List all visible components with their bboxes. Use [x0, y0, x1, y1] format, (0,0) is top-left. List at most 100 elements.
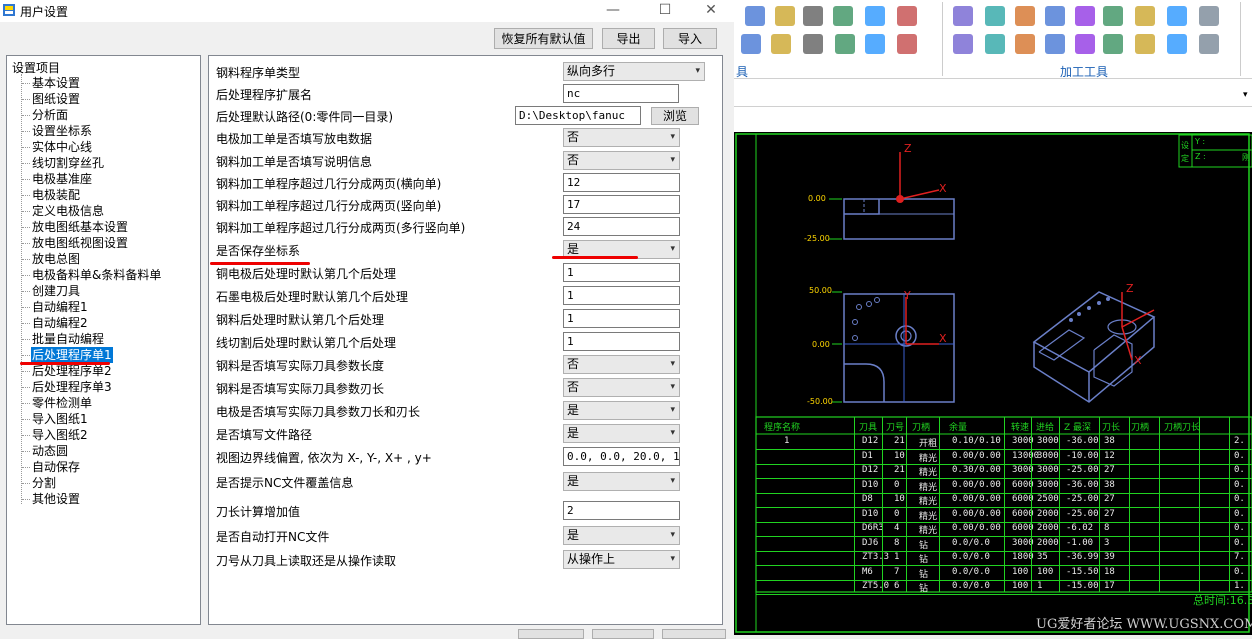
chevron-down-icon[interactable]: ▾ [670, 356, 675, 373]
toolbar-tool-icon[interactable] [985, 6, 1005, 26]
setting-input[interactable]: 17 [563, 195, 680, 214]
dialog-titlebar[interactable]: 用户设置 — ☐ ✕ [0, 0, 734, 22]
maximize-icon[interactable]: ☐ [650, 0, 680, 22]
setting-dropdown[interactable]: 是 ▾ [563, 472, 680, 491]
setting-dropdown[interactable]: 是 ▾ [563, 401, 680, 420]
setting-input[interactable]: 24 [563, 217, 680, 236]
tree-item[interactable]: 基本设置 [31, 75, 81, 91]
toolbar-tool-icon[interactable] [865, 6, 885, 26]
toolbar-tool-icon[interactable] [1103, 34, 1123, 54]
restore-defaults-button[interactable]: 恢复所有默认值 [494, 28, 593, 49]
toolbar-tool-icon[interactable] [1045, 6, 1065, 26]
toolbar-tool-icon[interactable] [1075, 34, 1095, 54]
chevron-down-icon[interactable]: ▾ [670, 152, 675, 169]
tree-item[interactable]: 创建刀具 [31, 283, 81, 299]
chevron-down-icon[interactable]: ▾ [670, 379, 675, 396]
export-button[interactable]: 导出 [602, 28, 655, 49]
tree-item[interactable]: 其他设置 [31, 491, 81, 507]
setting-input[interactable]: 1 [563, 286, 680, 305]
tree-item[interactable]: 导入图纸1 [31, 411, 89, 427]
chevron-down-icon[interactable]: ▾ [670, 241, 675, 258]
tree-item[interactable]: 自动保存 [31, 459, 81, 475]
setting-input[interactable]: 1 [563, 332, 680, 351]
toolbar-tool-icon[interactable] [1015, 6, 1035, 26]
chevron-down-icon[interactable]: ▾ [670, 527, 675, 544]
setting-input[interactable]: 1 [563, 263, 680, 282]
toolbar-tool-icon[interactable] [771, 34, 791, 54]
tree-item[interactable]: 电极装配 [31, 187, 81, 203]
setting-dropdown[interactable]: 否 ▾ [563, 378, 680, 397]
toolbar-tool-icon[interactable] [745, 6, 765, 26]
cancel-button[interactable] [592, 629, 654, 639]
tree-item[interactable]: 后处理程序单2 [31, 363, 113, 379]
tree-item[interactable]: 后处理程序单3 [31, 379, 113, 395]
import-button[interactable]: 导入 [663, 28, 717, 49]
tree-item[interactable]: 线切割穿丝孔 [31, 155, 105, 171]
setting-dropdown[interactable]: 是 ▾ [563, 526, 680, 545]
toolbar-tool-icon[interactable] [1075, 6, 1095, 26]
path-field[interactable]: D:\Desktop\fanuc [515, 106, 641, 125]
close-icon[interactable]: ✕ [696, 0, 726, 22]
setting-dropdown[interactable]: 是 ▾ [563, 424, 680, 443]
tree-item[interactable]: 电极备料单&条料备料单 [31, 267, 162, 283]
toolbar-tool-icon[interactable] [985, 34, 1005, 54]
toolbar-tool-icon[interactable] [1015, 34, 1035, 54]
tree-item[interactable]: 分割 [31, 475, 57, 491]
chevron-down-icon[interactable]: ▾ [695, 63, 700, 80]
chevron-down-icon[interactable]: ▾ [670, 402, 675, 419]
browse-button[interactable]: 浏览 [651, 107, 699, 125]
toolbar-tool-icon[interactable] [1167, 6, 1187, 26]
ok-button[interactable] [518, 629, 584, 639]
tree-root[interactable]: 设置项目 [12, 59, 60, 76]
setting-dropdown[interactable]: 从操作上 ▾ [563, 550, 680, 569]
toolbar-tool-icon[interactable] [865, 34, 885, 54]
toolbar-tool-icon[interactable] [953, 34, 973, 54]
tree-item[interactable]: 定义电极信息 [31, 203, 105, 219]
toolbar-tool-icon[interactable] [897, 6, 917, 26]
chevron-down-icon[interactable]: ▾ [670, 425, 675, 442]
tree-item[interactable]: 导入图纸2 [31, 427, 89, 443]
tree-item[interactable]: 动态圆 [31, 443, 69, 459]
toolbar-tool-icon[interactable] [835, 34, 855, 54]
tree-item[interactable]: 电极基准座 [31, 171, 93, 187]
toolbar-tool-icon[interactable] [1199, 6, 1219, 26]
settings-tree[interactable]: 设置项目 基本设置 图纸设置 分析面 设置坐标系 实体中心线 线切割穿丝孔 电极基准座 电极装… [6, 55, 201, 625]
setting-dropdown[interactable]: 纵向多行 ▾ [563, 62, 705, 81]
ribbon-dropdown-icon[interactable]: ▾ [1243, 90, 1248, 100]
toolbar-tool-icon[interactable] [803, 6, 823, 26]
setting-dropdown[interactable]: 否 ▾ [563, 128, 680, 147]
tree-item[interactable]: 自动编程1 [31, 299, 89, 315]
tree-item[interactable]: 放电总图 [31, 251, 81, 267]
tree-item[interactable]: 图纸设置 [31, 91, 81, 107]
tree-item[interactable]: 后处理程序单1 [31, 347, 113, 363]
setting-input[interactable]: nc [563, 84, 679, 103]
chevron-down-icon[interactable]: ▾ [670, 473, 675, 490]
apply-button[interactable] [662, 629, 726, 639]
setting-input[interactable]: 2 [563, 501, 680, 520]
toolbar-tool-icon[interactable] [833, 6, 853, 26]
tree-item[interactable]: 放电图纸基本设置 [31, 219, 129, 235]
tree-item[interactable]: 放电图纸视图设置 [31, 235, 129, 251]
setting-dropdown[interactable]: 否 ▾ [563, 355, 680, 374]
minimize-icon[interactable]: — [598, 0, 628, 22]
tree-item[interactable]: 零件检测单 [31, 395, 93, 411]
tree-item[interactable]: 批量自动编程 [31, 331, 105, 347]
toolbar-tool-icon[interactable] [803, 34, 823, 54]
toolbar-tool-icon[interactable] [897, 34, 917, 54]
setting-dropdown[interactable]: 否 ▾ [563, 151, 680, 170]
toolbar-tool-icon[interactable] [1135, 34, 1155, 54]
setting-input[interactable]: 12 [563, 173, 680, 192]
toolbar-tool-icon[interactable] [953, 6, 973, 26]
toolbar-tool-icon[interactable] [1103, 6, 1123, 26]
cad-drawing-canvas[interactable]: 0.00 -25.00 50.00 0.00 -50.00 Z X Y X Z … [734, 132, 1252, 635]
tree-item[interactable]: 实体中心线 [31, 139, 93, 155]
toolbar-tool-icon[interactable] [741, 34, 761, 54]
toolbar-tool-icon[interactable] [1135, 6, 1155, 26]
tree-item[interactable]: 设置坐标系 [31, 123, 93, 139]
chevron-down-icon[interactable]: ▾ [670, 551, 675, 568]
toolbar-tool-icon[interactable] [775, 6, 795, 26]
chevron-down-icon[interactable]: ▾ [670, 129, 675, 146]
setting-input[interactable]: 0.0, 0.0, 20.0, 15. [563, 447, 680, 466]
tree-item[interactable]: 自动编程2 [31, 315, 89, 331]
toolbar-tool-icon[interactable] [1199, 34, 1219, 54]
